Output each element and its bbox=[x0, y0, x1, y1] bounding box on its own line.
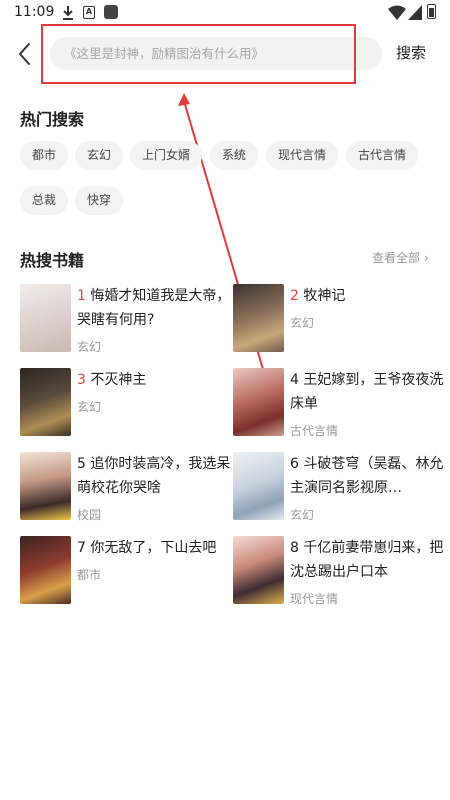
book-category: 玄幻 bbox=[77, 400, 102, 414]
app-square-icon bbox=[104, 5, 118, 19]
book-item[interactable]: 1 悔婚才知道我是大帝，哭瞎有何用? 玄幻 bbox=[20, 284, 232, 354]
book-rank: 6 bbox=[290, 456, 299, 472]
book-category: 玄幻 bbox=[77, 340, 102, 354]
back-button[interactable] bbox=[14, 40, 38, 68]
book-title-text: 不灭神主 bbox=[90, 372, 147, 388]
tag-gudai-yanqing[interactable]: 古代言情 bbox=[346, 141, 419, 170]
tag-xiandai-yanqing[interactable]: 现代言情 bbox=[266, 141, 339, 170]
wifi-icon bbox=[388, 5, 406, 20]
book-item[interactable]: 6 斗破苍穹（吴磊、林允主演同名影视原… 玄幻 bbox=[233, 452, 445, 522]
status-time: 11:09 bbox=[14, 4, 55, 20]
status-bar: 11:09 A bbox=[0, 0, 450, 26]
tag-xitong[interactable]: 系统 bbox=[210, 141, 259, 170]
book-cover bbox=[233, 452, 284, 520]
book-title-text: 你无敌了，下山去吧 bbox=[90, 540, 217, 556]
book-title-text: 悔婚才知道我是大帝，哭瞎有何用? bbox=[77, 288, 231, 328]
hot-books-title: 热搜书籍 bbox=[20, 251, 85, 270]
tag-dushi[interactable]: 都市 bbox=[20, 141, 69, 170]
book-cover bbox=[233, 536, 284, 604]
book-cover bbox=[20, 284, 71, 352]
book-title: 4 王妃嫁到，王爷夜夜洗床单 bbox=[290, 368, 445, 416]
book-cover bbox=[233, 284, 284, 352]
book-title: 2 牧神记 bbox=[290, 284, 445, 308]
book-title: 8 千亿前妻带崽归来，把沈总踢出户口本 bbox=[290, 536, 445, 584]
view-all-link[interactable]: 查看全部 › bbox=[372, 249, 429, 266]
book-title: 1 悔婚才知道我是大帝，哭瞎有何用? bbox=[77, 284, 232, 332]
battery-icon bbox=[427, 4, 436, 19]
app-a-icon: A bbox=[83, 6, 95, 19]
tag-zongcai[interactable]: 总裁 bbox=[20, 186, 69, 215]
book-title: 6 斗破苍穹（吴磊、林允主演同名影视原… bbox=[290, 452, 445, 500]
book-item[interactable]: 7 你无敌了，下山去吧 都市 bbox=[20, 536, 230, 604]
book-rank: 2 bbox=[290, 288, 299, 304]
book-rank: 5 bbox=[77, 456, 86, 472]
book-title: 7 你无敌了，下山去吧 bbox=[77, 536, 232, 560]
book-cover bbox=[20, 536, 71, 604]
book-title-text: 王妃嫁到，王爷夜夜洗床单 bbox=[290, 372, 444, 412]
chevron-right-icon: › bbox=[423, 251, 429, 265]
annotation-highlight-box bbox=[41, 24, 356, 84]
signal-icon bbox=[408, 5, 422, 20]
book-title-text: 追你时装高冷，我选呆萌校花你哭啥 bbox=[77, 456, 231, 496]
book-item[interactable]: 3 不灭神主 玄幻 bbox=[20, 368, 230, 436]
download-icon bbox=[63, 6, 73, 20]
book-category: 现代言情 bbox=[290, 592, 339, 606]
book-category: 古代言情 bbox=[290, 424, 339, 438]
book-cover bbox=[233, 368, 284, 436]
book-rank: 8 bbox=[290, 540, 299, 556]
book-cover bbox=[20, 368, 71, 436]
book-title: 3 不灭神主 bbox=[77, 368, 232, 392]
book-title-text: 牧神记 bbox=[303, 288, 346, 304]
book-category: 玄幻 bbox=[290, 508, 315, 522]
book-cover bbox=[20, 452, 71, 520]
hot-search-title: 热门搜索 bbox=[20, 110, 85, 129]
book-item[interactable]: 4 王妃嫁到，王爷夜夜洗床单 古代言情 bbox=[233, 368, 445, 438]
book-rank: 4 bbox=[290, 372, 299, 388]
book-rank: 7 bbox=[77, 540, 86, 556]
book-rank: 3 bbox=[77, 372, 86, 388]
tag-kuaichuan[interactable]: 快穿 bbox=[75, 186, 124, 215]
book-title: 5 追你时装高冷，我选呆萌校花你哭啥 bbox=[77, 452, 232, 500]
tag-shangmen-nvxu[interactable]: 上门女婿 bbox=[130, 141, 203, 170]
book-item[interactable]: 8 千亿前妻带崽归来，把沈总踢出户口本 现代言情 bbox=[233, 536, 445, 606]
search-button[interactable]: 搜索 bbox=[396, 42, 426, 63]
book-rank: 1 bbox=[77, 288, 86, 304]
book-item[interactable]: 2 牧神记 玄幻 bbox=[233, 284, 443, 352]
view-all-label: 查看全部 bbox=[372, 251, 421, 265]
book-category: 都市 bbox=[77, 568, 102, 582]
book-title-text: 斗破苍穹（吴磊、林允主演同名影视原… bbox=[290, 456, 444, 496]
book-item[interactable]: 5 追你时装高冷，我选呆萌校花你哭啥 校园 bbox=[20, 452, 232, 522]
book-category: 玄幻 bbox=[290, 316, 315, 330]
tag-xuanhuan[interactable]: 玄幻 bbox=[75, 141, 124, 170]
book-title-text: 千亿前妻带崽归来，把沈总踢出户口本 bbox=[290, 540, 444, 580]
book-category: 校园 bbox=[77, 508, 102, 522]
